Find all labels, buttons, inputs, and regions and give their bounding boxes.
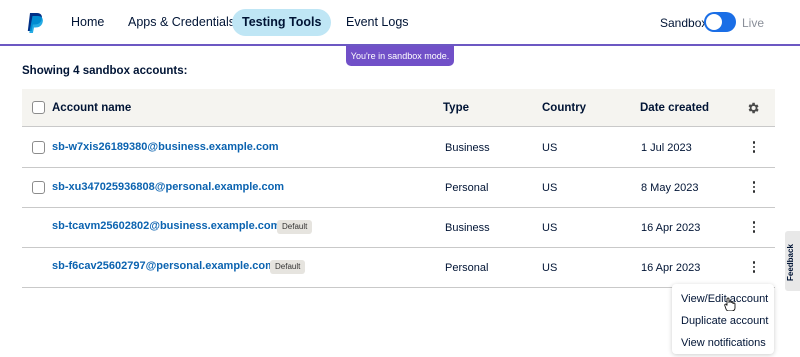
- top-nav-bar: Home Apps & Credentials Testing Tools Ev…: [0, 0, 800, 46]
- select-all-checkbox[interactable]: [32, 101, 45, 114]
- table-row: sb-f6cav25602797@personal.example.com De…: [22, 248, 775, 288]
- more-options-icon[interactable]: [750, 141, 758, 155]
- default-badge: Default: [270, 260, 306, 274]
- sandbox-label: Sandbox: [660, 16, 708, 30]
- default-badge: Default: [277, 220, 313, 234]
- sandbox-live-toggle[interactable]: [704, 12, 736, 32]
- account-date-created: 16 Apr 2023: [641, 222, 701, 234]
- more-options-icon[interactable]: [750, 181, 758, 195]
- account-type: Personal: [445, 182, 489, 194]
- table-row: sb-tcavm25602802@business.example.com De…: [22, 208, 775, 248]
- column-header-account-name[interactable]: Account name: [52, 102, 131, 114]
- account-country: US: [542, 142, 558, 154]
- account-email-link[interactable]: sb-w7xis26189380@business.example.com: [52, 141, 279, 153]
- column-header-type[interactable]: Type: [443, 102, 469, 114]
- row-checkbox[interactable]: [32, 181, 45, 194]
- account-country: US: [542, 262, 558, 274]
- column-header-date-created[interactable]: Date created: [640, 102, 709, 114]
- paypal-logo-icon[interactable]: [27, 12, 43, 34]
- account-date-created: 1 Jul 2023: [641, 142, 692, 154]
- table-row: sb-w7xis26189380@business.example.com Bu…: [22, 128, 775, 168]
- account-email-link[interactable]: sb-tcavm25602802@business.example.com: [52, 220, 280, 232]
- gear-icon[interactable]: [746, 101, 760, 115]
- account-email-link[interactable]: sb-f6cav25602797@personal.example.com: [52, 260, 275, 272]
- account-date-created: 8 May 2023: [641, 182, 699, 194]
- live-label: Live: [742, 16, 765, 30]
- account-type: Business: [445, 142, 490, 154]
- row-actions-menu: View/Edit account Duplicate account View…: [672, 284, 774, 354]
- account-email-link[interactable]: sb-xu347025936808@personal.example.com: [52, 181, 284, 193]
- table-header: Account name Type Country Date created: [22, 89, 775, 127]
- more-options-icon[interactable]: [750, 221, 758, 235]
- nav-testing-tools[interactable]: Testing Tools: [232, 9, 332, 36]
- menu-item-view-notifications[interactable]: View notifications: [681, 337, 766, 349]
- account-type: Personal: [445, 262, 489, 274]
- menu-item-duplicate-account[interactable]: Duplicate account: [681, 315, 768, 327]
- table-row: sb-xu347025936808@personal.example.com P…: [22, 168, 775, 208]
- nav-home[interactable]: Home: [61, 9, 114, 36]
- column-header-country[interactable]: Country: [542, 102, 586, 114]
- account-date-created: 16 Apr 2023: [641, 262, 701, 274]
- account-country: US: [542, 182, 558, 194]
- hand-cursor-icon: [724, 297, 736, 311]
- feedback-label: Feedback: [786, 244, 795, 281]
- account-type: Business: [445, 222, 490, 234]
- toggle-knob: [706, 14, 722, 30]
- account-country: US: [542, 222, 558, 234]
- nav-event-logs[interactable]: Event Logs: [336, 9, 419, 36]
- feedback-tab[interactable]: Feedback: [785, 231, 800, 291]
- more-options-icon[interactable]: [750, 261, 758, 275]
- nav-apps-credentials[interactable]: Apps & Credentials: [118, 9, 245, 36]
- row-checkbox[interactable]: [32, 141, 45, 154]
- accounts-count-heading: Showing 4 sandbox accounts:: [22, 65, 188, 77]
- sandbox-mode-banner: You're in sandbox mode.: [346, 46, 454, 66]
